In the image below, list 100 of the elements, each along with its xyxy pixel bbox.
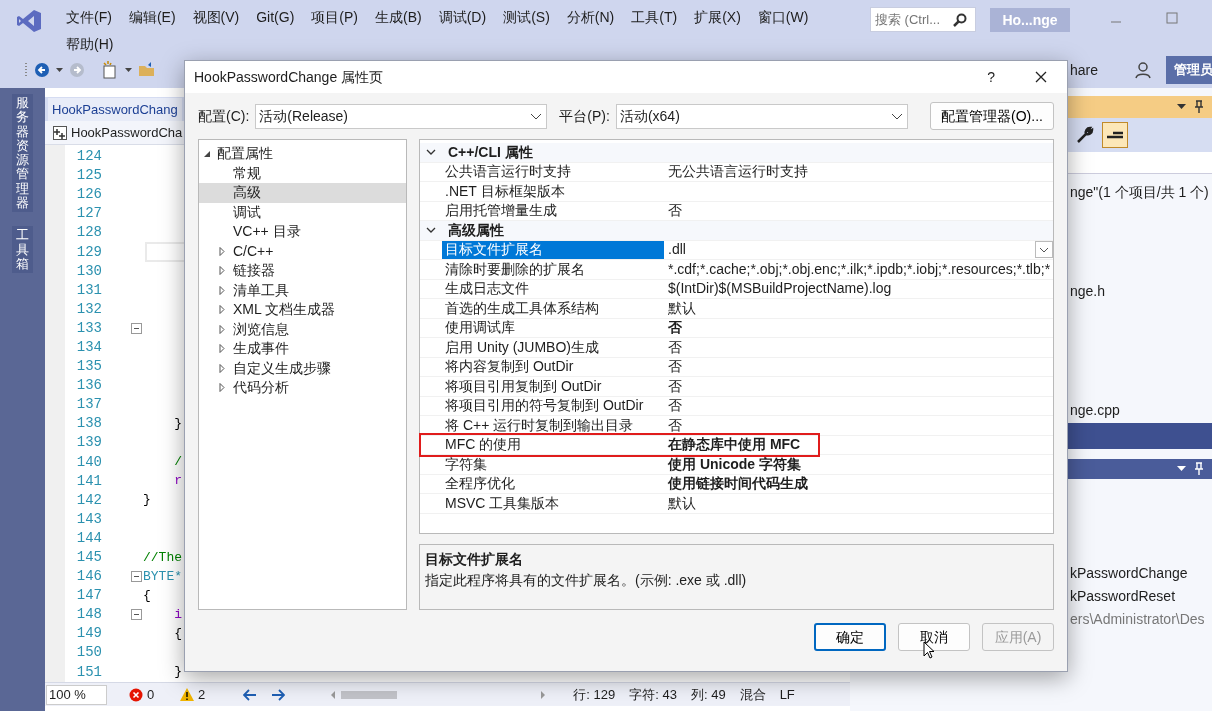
collapse-icon[interactable] — [131, 609, 142, 621]
tree-item[interactable]: 高级 — [199, 183, 406, 203]
property-name[interactable]: 公共语言运行时支持 — [442, 162, 664, 181]
document-tab[interactable]: HookPasswordChang — [48, 97, 182, 121]
collapsed-icon[interactable] — [219, 246, 225, 256]
side-tab[interactable]: 服务器资源管理器 — [12, 94, 33, 213]
tree-item[interactable]: XML 文档生成器 — [199, 300, 406, 320]
help-button[interactable]: ? — [987, 66, 995, 88]
property-name[interactable]: 使用调试库 — [442, 318, 664, 337]
menu-item[interactable]: 帮助(H) — [58, 27, 123, 54]
category-header[interactable]: C++/CLI 属性 — [420, 143, 1053, 163]
category-header[interactable]: 高级属性 — [420, 221, 1053, 241]
tree-item[interactable]: 清单工具 — [199, 280, 406, 300]
tree-item[interactable]: 生成事件 — [199, 339, 406, 359]
property-value[interactable]: 默认 — [668, 492, 696, 514]
property-name[interactable]: 首选的生成工具体系结构 — [442, 299, 664, 318]
search-field[interactable]: 搜索 (Ctrl... — [870, 7, 976, 32]
collapsed-icon[interactable] — [219, 305, 225, 315]
collapsed-icon[interactable] — [219, 324, 225, 334]
warning-icon[interactable] — [180, 688, 195, 701]
collapsed-icon[interactable] — [219, 266, 225, 276]
tree-item[interactable]: 代码分析 — [199, 378, 406, 398]
menu-item[interactable]: 编辑(E) — [120, 0, 185, 27]
next-issue-icon[interactable] — [271, 688, 286, 701]
caret-icon[interactable] — [125, 67, 132, 73]
menu-item[interactable]: 生成(B) — [367, 0, 431, 27]
dialog-button[interactable]: 确定 — [814, 623, 886, 651]
tree-item[interactable]: 自定义生成步骤 — [199, 358, 406, 378]
tree-item[interactable]: 常规 — [199, 163, 406, 183]
menu-item[interactable]: 调试(D) — [430, 0, 496, 27]
property-name[interactable]: 将项目引用的符号复制到 OutDir — [442, 396, 664, 415]
property-value[interactable]: *.cdf;*.cache;*.obj;*.obj.enc;*.ilk;*.ipdb;*.iobj;*.resources;*.tlb;* — [668, 258, 1051, 280]
property-name[interactable]: 启用 Unity (JUMBO)生成 — [442, 338, 664, 357]
property-value[interactable]: 否 — [668, 336, 682, 358]
property-name[interactable]: 清除时要删除的扩展名 — [442, 260, 664, 279]
expanded-icon[interactable] — [203, 149, 211, 158]
column-position[interactable]: 列: 49 — [690, 684, 726, 705]
property-name[interactable]: 字符集 — [442, 455, 664, 474]
property-value[interactable]: 使用链接时间代码生成 — [668, 473, 808, 495]
caret-icon[interactable] — [890, 112, 903, 120]
caret-icon[interactable] — [530, 112, 543, 120]
line-ending-indicator[interactable]: LF — [779, 684, 795, 705]
configuration-manager-button[interactable]: 配置管理器(O)... — [930, 102, 1054, 130]
preview-toggle-icon[interactable] — [1102, 122, 1128, 148]
property-value[interactable]: 否 — [668, 317, 682, 339]
menu-item[interactable]: 窗口(W) — [749, 0, 818, 27]
previous-issue-icon[interactable] — [243, 688, 258, 701]
property-value[interactable]: 否 — [668, 200, 682, 222]
property-value[interactable]: 无公共语言运行时支持 — [668, 161, 808, 183]
menu-item[interactable]: 扩展(X) — [686, 0, 750, 27]
property-value[interactable]: 使用 Unicode 字符集 — [668, 453, 801, 475]
dropdown-button[interactable] — [1035, 241, 1053, 259]
collapsed-icon[interactable] — [219, 383, 225, 393]
tree-item[interactable]: VC++ 目录 — [199, 222, 406, 242]
dropdown-icon[interactable] — [1177, 466, 1186, 472]
property-value[interactable]: $(IntDir)$(MSBuildProjectName).log — [668, 278, 892, 300]
property-value[interactable]: 否 — [668, 375, 682, 397]
collapsed-icon[interactable] — [219, 285, 225, 295]
share-button[interactable]: hare — [1070, 59, 1099, 81]
zoom-selector[interactable]: 100 % — [46, 684, 107, 705]
collapse-icon[interactable] — [131, 571, 142, 583]
error-icon[interactable] — [128, 687, 143, 702]
new-item-icon[interactable] — [101, 61, 119, 79]
char-position[interactable]: 字符: 43 — [629, 684, 677, 705]
collapsed-icon[interactable] — [219, 344, 225, 354]
tree-item[interactable]: 链接器 — [199, 261, 406, 281]
property-name[interactable]: MSVC 工具集版本 — [442, 494, 664, 513]
pin-icon[interactable] — [1194, 100, 1204, 114]
tree-item[interactable]: C/C++ — [199, 241, 406, 261]
property-value[interactable]: 否 — [668, 356, 682, 378]
tree-item[interactable]: 浏览信息 — [199, 319, 406, 339]
menu-item[interactable]: Git(G) — [248, 0, 304, 27]
back-icon[interactable] — [34, 62, 50, 78]
property-value[interactable]: 默认 — [668, 297, 696, 319]
caret-icon[interactable] — [56, 67, 63, 73]
property-value[interactable]: 否 — [668, 414, 682, 436]
line-position[interactable]: 行: 129 — [573, 684, 616, 705]
encoding-indicator[interactable]: 混合 — [739, 684, 766, 705]
dialog-button[interactable]: 取消 — [898, 623, 970, 651]
feedback-icon[interactable] — [1134, 61, 1153, 79]
property-name[interactable]: 生成日志文件 — [442, 279, 664, 298]
menu-item[interactable]: 分析(N) — [558, 0, 624, 27]
property-value[interactable]: 否 — [668, 395, 682, 417]
collapsed-icon[interactable] — [219, 363, 225, 373]
dropdown[interactable]: 活动(Release) — [255, 103, 548, 129]
close-icon[interactable] — [1035, 71, 1047, 83]
property-name[interactable]: .NET 目标框架版本 — [442, 182, 664, 201]
menu-item[interactable]: 测试(S) — [495, 0, 559, 27]
dropdown-icon[interactable] — [1177, 104, 1186, 110]
property-name[interactable]: 全程序优化 — [442, 474, 664, 493]
wrench-icon[interactable] — [1076, 126, 1094, 144]
menu-item[interactable]: 文件(F) — [58, 0, 121, 27]
menu-item[interactable]: 工具(T) — [623, 0, 687, 27]
property-name[interactable]: 启用托管增量生成 — [442, 201, 664, 220]
tree-item[interactable]: 配置属性 — [199, 144, 406, 164]
dropdown[interactable]: 活动(x64) — [615, 103, 908, 129]
property-value[interactable]: .dll — [668, 239, 686, 261]
property-name[interactable]: 将内容复制到 OutDir — [442, 357, 664, 376]
collapse-icon[interactable] — [131, 322, 142, 334]
property-name[interactable]: 将 C++ 运行时复制到输出目录 — [442, 416, 664, 435]
